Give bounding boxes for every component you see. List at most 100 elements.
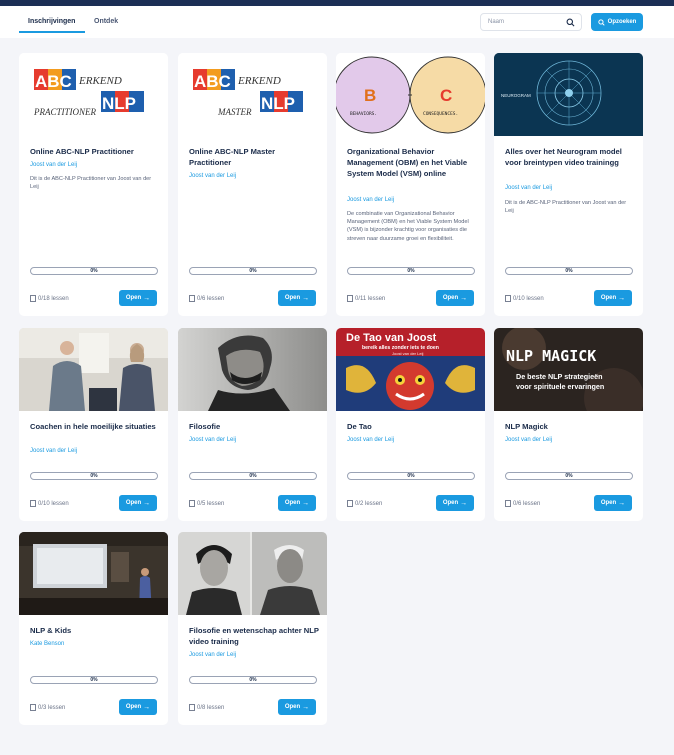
cover-subtitle-1: De beste NLP strategieën [516, 372, 603, 381]
course-thumbnail: B C BEHAVIORS. CONSEQUENCES. [336, 53, 485, 136]
search-input[interactable]: Naam [480, 13, 582, 31]
arrow-right-icon: → [618, 294, 626, 302]
search-placeholder: Naam [488, 19, 505, 25]
cover-headline: NLP MAGICK [506, 347, 596, 365]
course-author[interactable]: Joost van der Leij [347, 197, 394, 203]
course-card[interactable]: Filosofie Joost van der Leij 0% 0/5 less… [178, 328, 327, 521]
progress-label: 0% [90, 268, 98, 274]
open-course-button[interactable]: Open → [594, 495, 632, 511]
course-card[interactable]: NEUROGRAM Alles over het Neurogram model… [494, 53, 643, 316]
lesson-count: 0/10 lessen [505, 295, 544, 302]
progress-bar: 0% [30, 267, 158, 275]
book-icon [347, 500, 353, 507]
progress-label: 0% [90, 473, 98, 479]
lesson-count: 0/5 lessen [189, 500, 224, 507]
course-title[interactable]: Online ABC-NLP Master Practitioner [189, 146, 319, 168]
course-thumbnail [178, 532, 327, 615]
course-title[interactable]: Organizational Behavior Management (OBM)… [347, 146, 477, 179]
progress-bar: 0% [189, 472, 317, 480]
arrow-right-icon: → [618, 499, 626, 507]
book-icon [505, 295, 511, 302]
progress-bar: 0% [347, 267, 475, 275]
book-icon [30, 704, 36, 711]
course-card[interactable]: ABC ERKEND NLP PRACTITIONER Online ABC-N… [19, 53, 168, 316]
course-card[interactable]: B C BEHAVIORS. CONSEQUENCES. Organizatio… [336, 53, 485, 316]
progress-label: 0% [407, 268, 415, 274]
header: Inschrijvingen Ontdek Naam Opzoeken [0, 6, 674, 38]
lesson-count: 0/3 lessen [30, 704, 65, 711]
open-course-button[interactable]: Open → [119, 495, 157, 511]
course-title[interactable]: Filosofie [189, 421, 319, 432]
cover-author: Joost van der Leij [392, 351, 423, 356]
logo-text-abc: ABC [35, 72, 72, 91]
diagram-label-c: CONSEQUENCES. [423, 111, 458, 117]
arrow-right-icon: → [143, 294, 151, 302]
logo-text-sub: PRACTITIONER [33, 107, 97, 117]
lesson-count: 0/18 lessen [30, 295, 69, 302]
search-icon [566, 18, 575, 27]
book-icon [30, 500, 36, 507]
open-course-button[interactable]: Open → [436, 290, 474, 306]
open-course-button[interactable]: Open → [119, 290, 157, 306]
progress-bar: 0% [505, 267, 633, 275]
open-course-button[interactable]: Open → [436, 495, 474, 511]
progress-bar: 0% [189, 676, 317, 684]
course-card[interactable]: De Tao van Joost bereik alles zonder iet… [336, 328, 485, 521]
course-author[interactable]: Joost van der Leij [189, 652, 236, 658]
course-title[interactable]: Alles over het Neurogram model voor brei… [505, 146, 635, 168]
course-author[interactable]: Joost van der Leij [189, 437, 236, 443]
arrow-right-icon: → [460, 294, 468, 302]
course-author[interactable]: Joost van der Leij [347, 437, 394, 443]
book-icon [347, 295, 353, 302]
course-description: De combinatie van Organizational Behavio… [347, 211, 469, 242]
lesson-count: 0/6 lessen [505, 500, 540, 507]
course-author[interactable]: Kate Benson [30, 641, 64, 647]
course-title[interactable]: Filosofie en wetenschap achter NLP video… [189, 625, 319, 647]
book-icon [189, 704, 195, 711]
arrow-right-icon: → [302, 499, 310, 507]
logo-text-nlp: NLP [102, 94, 136, 113]
tab-inschrijvingen[interactable]: Inschrijvingen [28, 18, 75, 25]
search-icon [598, 18, 605, 26]
progress-bar: 0% [505, 472, 633, 480]
diagram-letter-c: C [440, 86, 452, 105]
open-course-button[interactable]: Open → [278, 290, 316, 306]
course-title[interactable]: NLP Magick [505, 421, 635, 432]
course-author[interactable]: Joost van der Leij [30, 448, 77, 454]
logo-text-erkend: ERKEND [78, 75, 122, 87]
course-card[interactable]: NLP & Kids Kate Benson 0% 0/3 lessen Ope… [19, 532, 168, 725]
course-title[interactable]: De Tao [347, 421, 477, 432]
course-thumbnail: NLP MAGICK De beste NLP strategieën voor… [494, 328, 643, 411]
progress-label: 0% [407, 473, 415, 479]
course-author[interactable]: Joost van der Leij [505, 185, 552, 191]
open-course-button[interactable]: Open → [119, 699, 157, 715]
book-icon [30, 295, 36, 302]
tab-ontdek[interactable]: Ontdek [94, 18, 118, 25]
open-course-button[interactable]: Open → [278, 699, 316, 715]
progress-label: 0% [249, 677, 257, 683]
arrow-right-icon: → [302, 703, 310, 711]
open-course-button[interactable]: Open → [278, 495, 316, 511]
course-description: Dit is de ABC-NLP Practitioner van Joost… [505, 200, 627, 215]
book-icon [189, 295, 195, 302]
logo-text-abc: ABC [194, 72, 231, 91]
progress-label: 0% [90, 677, 98, 683]
course-thumbnail: ABC ERKEND NLP PRACTITIONER [19, 53, 168, 136]
book-icon [505, 500, 511, 507]
course-author[interactable]: Joost van der Leij [505, 437, 552, 443]
course-author[interactable]: Joost van der Leij [30, 162, 77, 168]
cover-headline: De Tao van Joost [346, 332, 437, 344]
cover-subtitle-2: voor spirituele ervaringen [516, 382, 604, 391]
course-card[interactable]: ABC ERKEND NLP MASTER Online ABC-NLP Mas… [178, 53, 327, 316]
search-button[interactable]: Opzoeken [591, 13, 643, 31]
course-title[interactable]: Coachen in hele moeilijke situaties [30, 421, 160, 432]
lesson-count: 0/11 lessen [347, 295, 385, 302]
course-card[interactable]: Coachen in hele moeilijke situaties Joos… [19, 328, 168, 521]
course-title[interactable]: NLP & Kids [30, 625, 160, 636]
course-card[interactable]: Filosofie en wetenschap achter NLP video… [178, 532, 327, 725]
open-course-button[interactable]: Open → [594, 290, 632, 306]
progress-label: 0% [565, 473, 573, 479]
course-title[interactable]: Online ABC-NLP Practitioner [30, 146, 160, 157]
course-author[interactable]: Joost van der Leij [189, 173, 236, 179]
course-card[interactable]: NLP MAGICK De beste NLP strategieën voor… [494, 328, 643, 521]
